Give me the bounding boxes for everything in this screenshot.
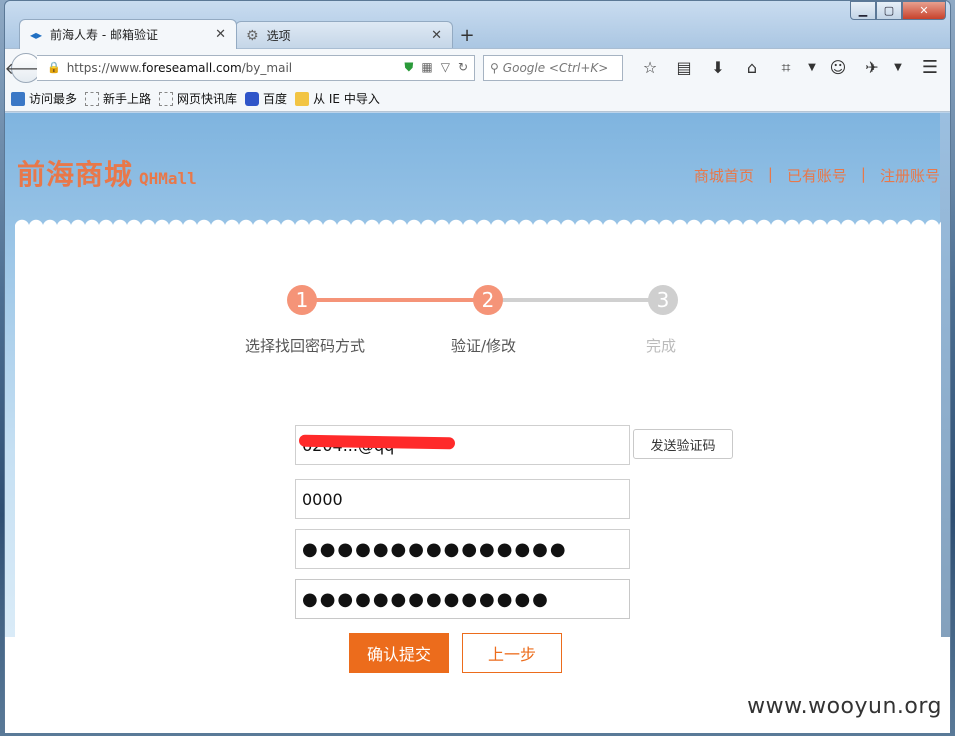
tab-title: 选项 (266, 29, 291, 43)
bookmark-star-icon[interactable]: ☆ (633, 53, 667, 83)
url-path: /by_mail (241, 60, 293, 75)
crop-dropdown-icon[interactable]: ▼ (803, 53, 821, 83)
send-code-button[interactable]: 发送验证码 (633, 429, 733, 459)
bookmark-web-slices[interactable]: 网页快讯库 (159, 90, 237, 107)
tab-title: 前海人寿 - 邮箱验证 (50, 28, 159, 42)
close-icon[interactable]: ✕ (431, 28, 442, 43)
bookmark-icon (85, 91, 100, 106)
bookmark-label: 从 IE 中导入 (313, 92, 380, 106)
top-nav: 商城首页 | 已有账号 | 注册账号 (694, 165, 940, 186)
url-host: foreseamall.com (141, 60, 242, 75)
logo-main: 前海商城 (17, 158, 134, 191)
dropdown-icon[interactable]: ▽ (441, 60, 450, 75)
toolbar-icons: ☆ ▤ ⬇ ⌂ ⌗ ▼ ☺ ✈ ▼ ☰ (633, 53, 947, 83)
chat-icon[interactable]: ☺ (821, 53, 855, 83)
crop-icon[interactable]: ⌗ (769, 53, 803, 83)
close-window-button[interactable]: ✕ (902, 1, 946, 20)
nav-separator: | (767, 165, 773, 183)
bookmark-label: 新手上路 (103, 92, 152, 106)
confirm-password-field[interactable] (295, 579, 630, 619)
menu-icon[interactable]: ☰ (913, 53, 947, 83)
bookmark-icon (159, 91, 174, 106)
download-icon[interactable]: ⬇ (701, 53, 735, 83)
close-icon[interactable]: ✕ (215, 27, 226, 42)
nav-have-account[interactable]: 已有账号 (787, 165, 847, 186)
new-tab-button[interactable]: + (451, 21, 483, 49)
bookmark-label: 网页快讯库 (177, 92, 238, 106)
bookmark-label: 百度 (263, 92, 288, 106)
minimize-button[interactable]: ▁ (850, 1, 876, 20)
step-2-label: 验证/修改 (451, 337, 517, 355)
extension-icon[interactable]: ✈ (855, 53, 889, 83)
extension-dropdown-icon[interactable]: ▼ (889, 53, 907, 83)
search-placeholder: Google <Ctrl+K> (502, 60, 609, 75)
step-3-label: 完成 (646, 337, 677, 355)
watermark: www.wooyun.org (747, 694, 942, 719)
bookmarks-bar: 访问最多 新手上路 网页快讯库 百度 从 IE 中导入 (5, 86, 950, 112)
tab-options[interactable]: ⚙ 选项 ✕ (235, 21, 453, 49)
arrow-icon: ◂▸ (30, 27, 43, 42)
nav-separator: | (860, 165, 866, 183)
bookmark-baidu[interactable]: 百度 (245, 90, 287, 107)
step-1-label: 选择找回密码方式 (245, 337, 366, 355)
step-1-circle: 1 (287, 285, 317, 315)
bookmark-label: 访问最多 (29, 92, 78, 106)
progress-line-done (305, 298, 493, 302)
gear-icon: ⚙ (246, 27, 259, 44)
qr-code-icon[interactable]: ▦ (421, 60, 432, 75)
browser-window: ▁ ▢ ✕ ◂▸ 前海人寿 - 邮箱验证 ✕ ⚙ 选项 ✕ + 🡐 🔒 http… (4, 0, 951, 733)
progress-line-todo (493, 298, 667, 302)
address-bar[interactable]: 🔒 https://www.foreseamall.com/by_mail ⛊ … (37, 54, 475, 81)
search-icon: ⚲ (490, 60, 499, 75)
verification-code-field[interactable] (295, 479, 630, 519)
previous-step-button[interactable]: 上一步 (462, 633, 562, 673)
folder-icon (295, 91, 310, 106)
lock-icon: 🔒 (47, 61, 61, 74)
step-2-circle: 2 (473, 285, 503, 315)
reload-icon[interactable]: ↻ (458, 60, 468, 75)
new-password-field[interactable] (295, 529, 630, 569)
bookmark-import-ie[interactable]: 从 IE 中导入 (295, 90, 380, 107)
reading-list-icon[interactable]: ▤ (667, 53, 701, 83)
bookmark-icon (11, 91, 25, 106)
bookmark-most-visited[interactable]: 访问最多 (11, 90, 77, 107)
window-controls: ▁ ▢ ✕ (850, 1, 946, 21)
navigation-toolbar: 🡐 🔒 https://www.foreseamall.com/by_mail … (5, 48, 950, 86)
submit-button[interactable]: 确认提交 (349, 633, 449, 673)
logo-sub: QHMall (139, 169, 197, 188)
home-icon[interactable]: ⌂ (735, 53, 769, 83)
tab-mail-verify[interactable]: ◂▸ 前海人寿 - 邮箱验证 ✕ (19, 19, 237, 49)
site-logo[interactable]: 前海商城 QHMall (17, 153, 197, 193)
tab-strip: ◂▸ 前海人寿 - 邮箱验证 ✕ ⚙ 选项 ✕ + (19, 19, 483, 49)
baidu-paw-icon (245, 91, 260, 106)
url-icons: ⛊ ▦ ▽ ↻ (404, 60, 468, 75)
shield-icon[interactable]: ⛊ (404, 60, 413, 75)
step-3-circle: 3 (648, 285, 678, 315)
nav-register[interactable]: 注册账号 (880, 165, 940, 186)
url-text[interactable]: https://www.foreseamall.com/by_mail (67, 61, 399, 75)
maximize-button[interactable]: ▢ (876, 1, 902, 20)
url-scheme: https://www. (66, 60, 142, 75)
search-box[interactable]: ⚲ Google <Ctrl+K> (483, 54, 623, 81)
bookmark-getting-started[interactable]: 新手上路 (85, 90, 151, 107)
web-page: 前海商城 QHMall 商城首页 | 已有账号 | 注册账号 1 2 3 选择找… (5, 113, 950, 733)
nav-mall-home[interactable]: 商城首页 (694, 165, 754, 186)
